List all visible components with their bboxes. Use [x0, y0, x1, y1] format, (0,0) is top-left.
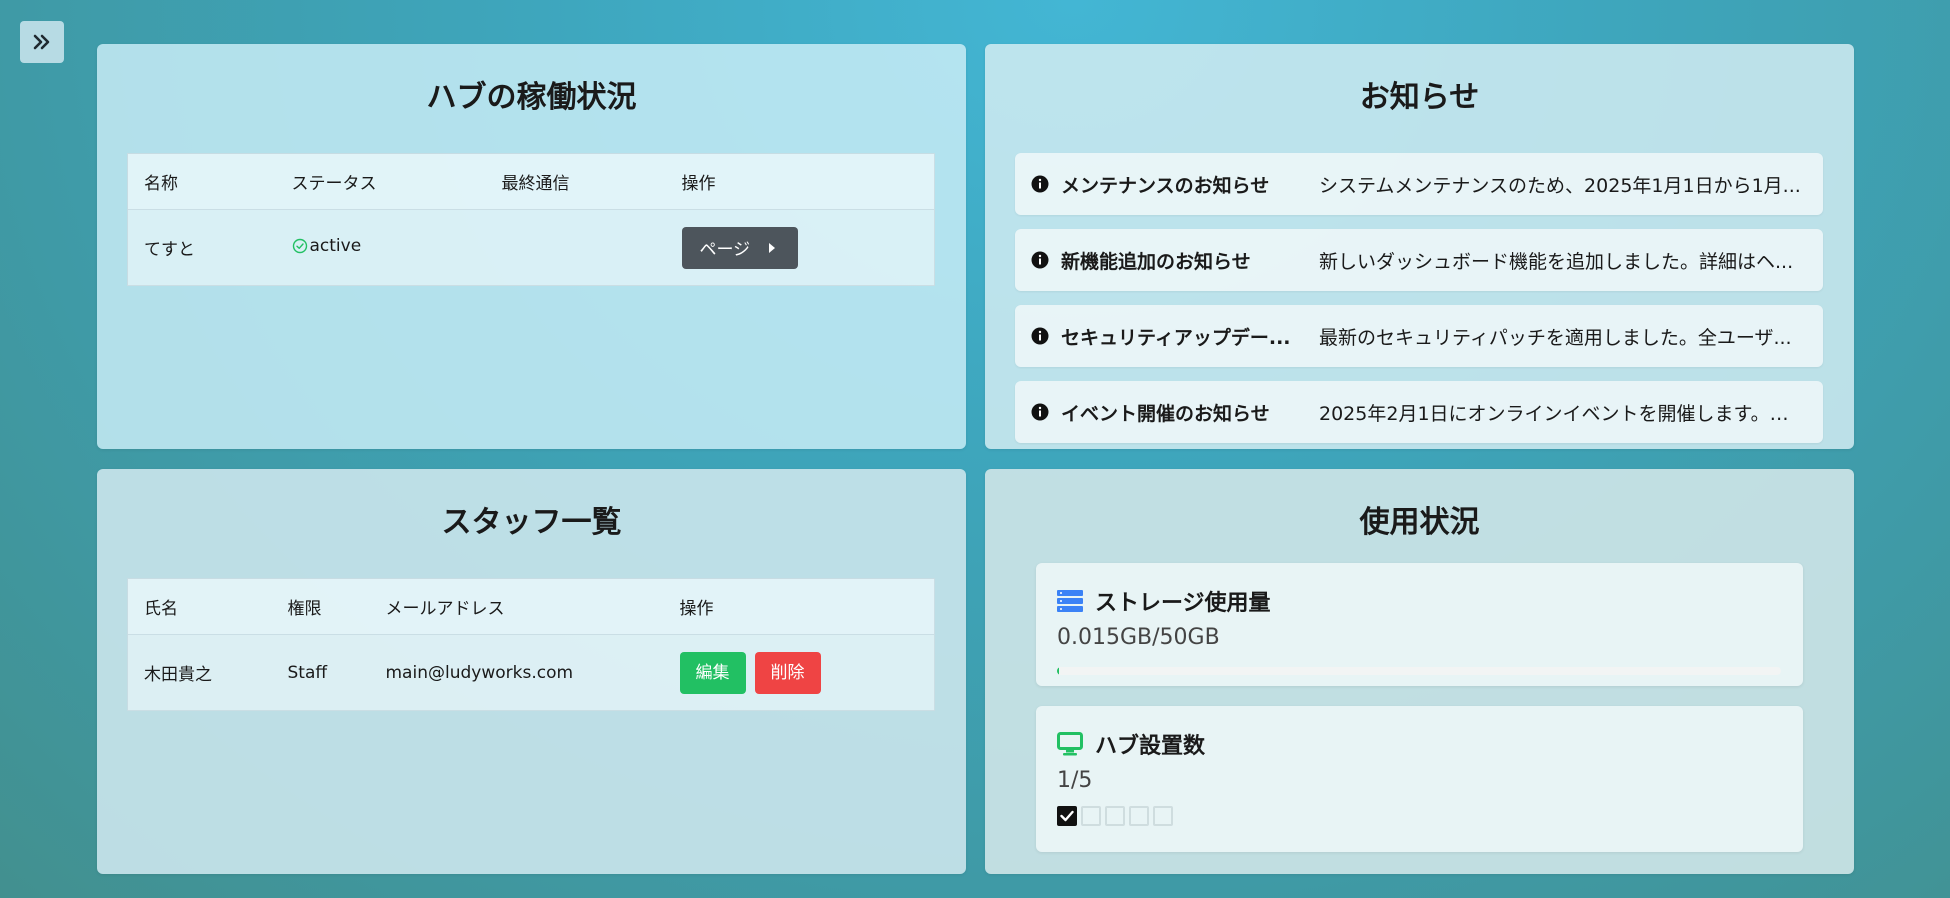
status-badge: active — [292, 236, 362, 256]
column-header-actions: 操作 — [665, 153, 935, 210]
staff-role: Staff — [271, 634, 370, 711]
table-row: 木田貴之 Staff main@ludyworks.com 編集 削除 — [127, 634, 935, 711]
news-item-body: 新しいダッシュボード機能を追加しました。詳細はヘ... — [1319, 250, 1794, 273]
staff-name: 木田貴之 — [127, 634, 272, 711]
staff-email: main@ludyworks.com — [369, 634, 664, 711]
check-icon — [1060, 810, 1074, 822]
staff-title: スタッフ一覧 — [441, 505, 622, 540]
table-header-row: 名称 ステータス 最終通信 操作 — [127, 153, 935, 210]
hub-page-button[interactable]: ページ — [681, 226, 799, 269]
hub-slot-empty — [1153, 806, 1173, 826]
monitor-icon — [1057, 732, 1083, 756]
news-item[interactable]: 新機能追加のお知らせ 新しいダッシュボード機能を追加しました。詳細はヘ... — [1015, 229, 1823, 291]
double-chevron-right-icon — [33, 34, 50, 50]
news-item-title: 新機能追加のお知らせ — [1061, 250, 1251, 273]
info-circle-icon — [1031, 327, 1049, 345]
storage-usage-card: ストレージ使用量 0.015GB/50GB — [1036, 563, 1803, 686]
table-row: てすと active ページ — [127, 209, 935, 286]
hub-slot-empty — [1129, 806, 1149, 826]
storage-value: 0.015GB/50GB — [1057, 625, 1220, 650]
column-header-role: 権限 — [271, 578, 370, 635]
storage-label: ストレージ使用量 — [1095, 591, 1271, 616]
news-item-title: イベント開催のお知らせ — [1061, 402, 1270, 425]
database-icon — [1057, 590, 1083, 612]
info-circle-icon — [1031, 175, 1049, 193]
news-list: メンテナンスのお知らせ システムメンテナンスのため、2025年1月1日から1月.… — [1015, 153, 1823, 443]
status-text: active — [309, 236, 362, 256]
news-item-body: システムメンテナンスのため、2025年1月1日から1月... — [1319, 174, 1801, 197]
hub-count-value: 1/5 — [1057, 768, 1093, 793]
news-item-title: メンテナンスのお知らせ — [1061, 174, 1270, 197]
sidebar-toggle-button[interactable] — [20, 21, 64, 63]
news-item-title: セキュリティアップデー... — [1061, 326, 1291, 349]
hub-status-title: ハブの稼働状況 — [426, 80, 637, 115]
caret-right-icon — [769, 242, 776, 253]
check-circle-icon — [292, 238, 307, 254]
staff-panel: スタッフ一覧 氏名 権限 メールアドレス 操作 木田貴之 Staff main@… — [97, 469, 966, 874]
news-panel: お知らせ メンテナンスのお知らせ システムメンテナンスのため、2025年1月1日… — [985, 44, 1854, 449]
column-header-actions: 操作 — [663, 578, 935, 635]
news-item[interactable]: イベント開催のお知らせ 2025年2月1日にオンラインイベントを開催します。参.… — [1015, 381, 1823, 443]
hub-status-table: 名称 ステータス 最終通信 操作 てすと active ページ — [127, 153, 935, 286]
edit-button[interactable]: 編集 — [679, 651, 746, 694]
column-header-name: 名称 — [127, 153, 276, 210]
news-item-body: 2025年2月1日にオンラインイベントを開催します。参... — [1319, 402, 1805, 425]
hub-slot-used — [1057, 806, 1077, 826]
news-item-body: 最新のセキュリティパッチを適用しました。全ユーザ... — [1319, 326, 1792, 349]
table-header-row: 氏名 権限 メールアドレス 操作 — [127, 578, 935, 635]
column-header-last-comm: 最終通信 — [485, 153, 666, 210]
hub-status-panel: ハブの稼働状況 名称 ステータス 最終通信 操作 てすと active ページ — [97, 44, 966, 449]
delete-button[interactable]: 削除 — [754, 651, 821, 694]
hub-count-card: ハブ設置数 1/5 — [1036, 706, 1803, 852]
column-header-email: メールアドレス — [369, 578, 664, 635]
column-header-name: 氏名 — [127, 578, 272, 635]
hub-name: てすと — [127, 209, 276, 286]
hub-page-button-label: ページ — [699, 240, 751, 260]
hub-slot-empty — [1105, 806, 1125, 826]
news-item[interactable]: メンテナンスのお知らせ システムメンテナンスのため、2025年1月1日から1月.… — [1015, 153, 1823, 215]
hub-slot-empty — [1081, 806, 1101, 826]
hub-slot-indicators — [1057, 806, 1803, 826]
usage-panel: 使用状況 ストレージ使用量 0.015GB/50GB ハブ設置数 1/5 — [985, 469, 1854, 874]
news-title: お知らせ — [1359, 80, 1480, 115]
news-item[interactable]: セキュリティアップデー... 最新のセキュリティパッチを適用しました。全ユーザ.… — [1015, 305, 1823, 367]
storage-progress-fill — [1057, 667, 1059, 675]
hub-count-label: ハブ設置数 — [1095, 734, 1206, 759]
hub-last-comm — [485, 209, 666, 286]
usage-title: 使用状況 — [1359, 505, 1480, 540]
storage-progress-bar — [1057, 667, 1781, 675]
info-circle-icon — [1031, 403, 1049, 421]
info-circle-icon — [1031, 251, 1049, 269]
column-header-status: ステータス — [275, 153, 486, 210]
staff-table: 氏名 権限 メールアドレス 操作 木田貴之 Staff main@ludywor… — [127, 578, 935, 711]
